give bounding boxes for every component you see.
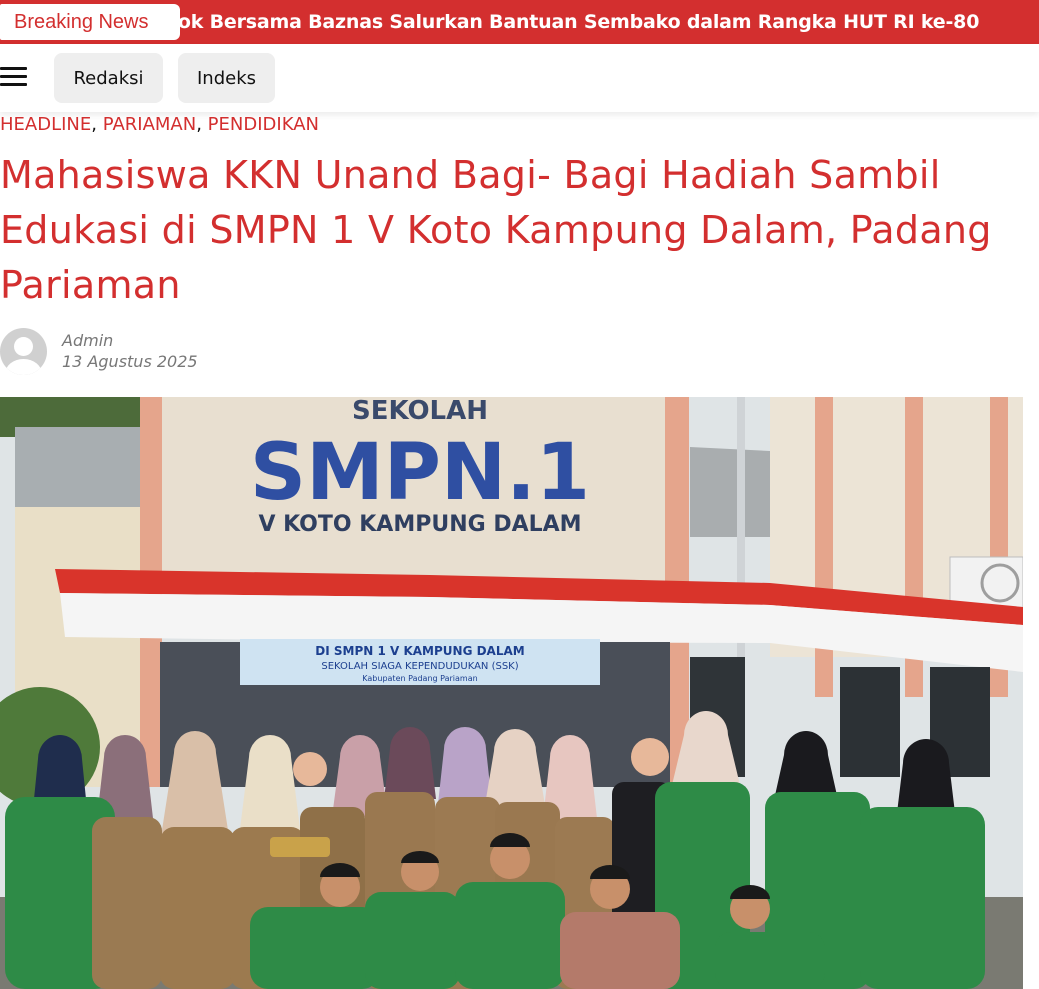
category-separator: ,: [196, 114, 202, 135]
article-categories: HEADLINE, PARIAMAN, PENDIDIKAN: [0, 114, 319, 138]
post-date: 13 Agustus 2025: [62, 352, 198, 371]
breaking-news-headline[interactable]: Lok Bersama Baznas Salurkan Bantuan Semb…: [180, 11, 979, 33]
main-nav: Redaksi Indeks: [0, 44, 1039, 112]
category-link-pariaman[interactable]: PARIAMAN: [103, 114, 196, 135]
breaking-news-label: Breaking News: [0, 4, 180, 40]
hamburger-menu-icon[interactable]: [0, 66, 28, 88]
author-name[interactable]: Admin: [62, 331, 113, 350]
nav-indeks-button[interactable]: Indeks: [178, 53, 275, 103]
category-link-pendidikan[interactable]: PENDIDIKAN: [208, 114, 319, 135]
nav-redaksi-button[interactable]: Redaksi: [54, 53, 163, 103]
default-user-avatar-icon: [0, 328, 47, 375]
banner-line-1: DI SMPN 1 V KAMPUNG DALAM: [315, 644, 524, 658]
category-separator: ,: [91, 114, 97, 135]
breaking-news-bar: Breaking News Lok Bersama Baznas Salurka…: [0, 0, 1039, 44]
breaking-news-ticker[interactable]: Lok Bersama Baznas Salurkan Bantuan Semb…: [180, 0, 1039, 44]
banner-line-2: SEKOLAH SIAGA KEPENDUDUKAN (SSK): [321, 661, 518, 672]
school-sign-main-text: SMPN.1: [250, 428, 590, 518]
category-link-headline[interactable]: HEADLINE: [0, 114, 91, 135]
banner-line-3: Kabupaten Padang Pariaman: [362, 674, 477, 683]
featured-image: SEKOLAH SMPN.1 V KOTO KAMPUNG DALAM DI S…: [0, 397, 1023, 989]
school-sign-top-text: SEKOLAH: [352, 397, 488, 426]
article-title: Mahasiswa KKN Unand Bagi- Bagi Hadiah Sa…: [0, 153, 992, 307]
school-sign-sub-text: V KOTO KAMPUNG DALAM: [258, 512, 581, 537]
